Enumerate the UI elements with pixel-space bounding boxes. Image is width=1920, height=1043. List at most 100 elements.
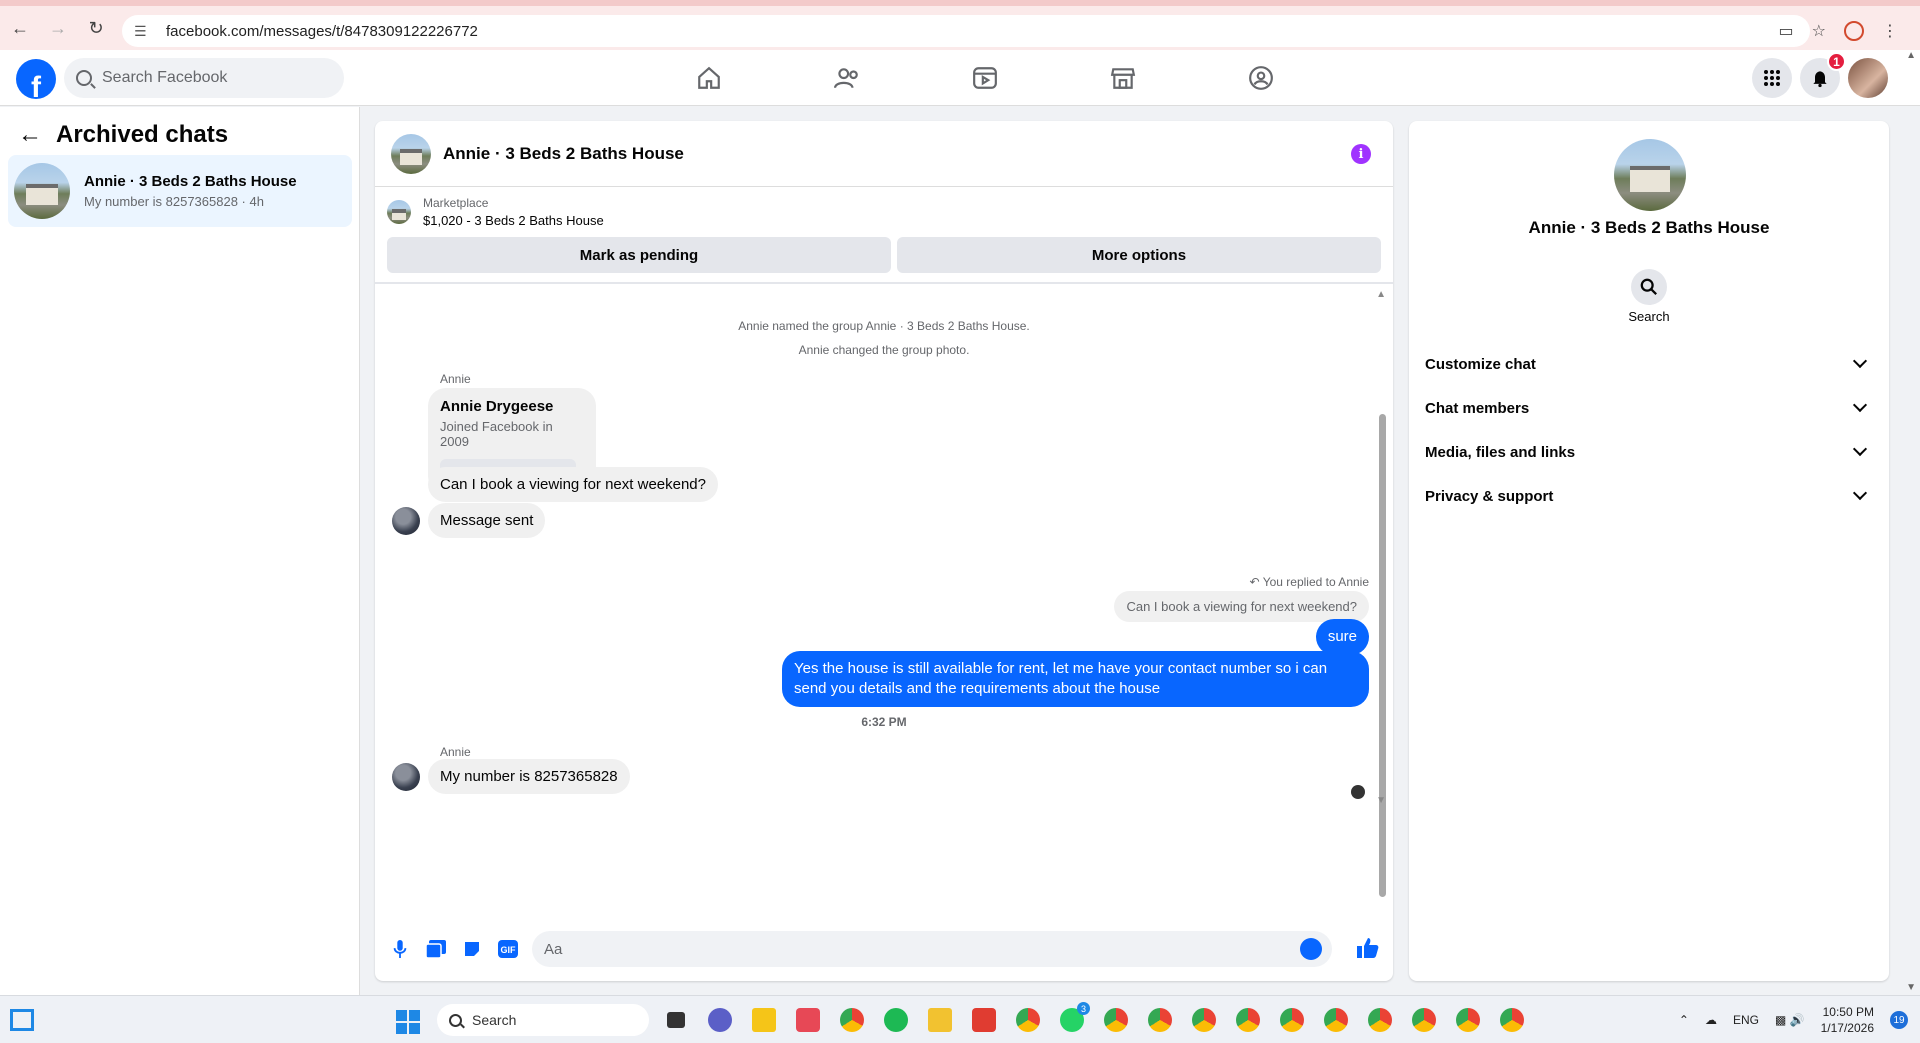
site-info-icon[interactable]: ☰ (134, 23, 154, 40)
notification-center-badge[interactable]: 19 (1890, 1011, 1908, 1029)
message-bubble[interactable]: Can I book a viewing for next weekend? (428, 467, 718, 502)
forward-icon[interactable]: → (40, 10, 76, 46)
listing-actions: Mark as pending More options (375, 237, 1393, 273)
taskbar-search[interactable]: Search (437, 1004, 649, 1036)
menu-grid-icon[interactable] (1752, 58, 1792, 98)
chrome-profile-icon[interactable] (1408, 1004, 1440, 1036)
chrome-profile-icon[interactable] (1144, 1004, 1176, 1036)
chrome-profile-icon[interactable] (1452, 1004, 1484, 1036)
sender-avatar[interactable] (392, 763, 420, 791)
task-view-icon[interactable] (660, 1004, 692, 1036)
sticker-icon[interactable] (461, 938, 483, 960)
clock[interactable]: 10:50 PM 1/17/2026 (1821, 1004, 1874, 1036)
scroll-down-icon[interactable]: ▼ (1376, 795, 1386, 806)
reload-icon[interactable]: ↻ (78, 10, 114, 46)
chrome-profile-icon[interactable] (1320, 1004, 1352, 1036)
photo-icon[interactable] (425, 938, 447, 960)
home-icon[interactable] (640, 50, 778, 106)
spotify-icon[interactable] (880, 1004, 912, 1036)
emoji-icon[interactable] (1300, 938, 1322, 960)
scroll-up-icon[interactable]: ▲ (1376, 289, 1386, 300)
details-search-button[interactable] (1631, 269, 1667, 305)
marketplace-label: Marketplace (423, 196, 489, 210)
chrome-icon[interactable] (836, 1004, 868, 1036)
buyer-name: Annie Drygeese (440, 398, 554, 415)
facebook-logo-icon[interactable]: f (16, 59, 56, 99)
chrome-profile-icon[interactable] (1276, 1004, 1308, 1036)
details-avatar[interactable] (1614, 139, 1686, 211)
chrome-profile-icon[interactable] (1188, 1004, 1220, 1036)
time-separator: 6:32 PM (861, 715, 907, 729)
start-windows-icon[interactable] (396, 1010, 420, 1034)
video-icon[interactable] (916, 50, 1054, 106)
taskbar-search-label: Search (472, 1012, 517, 1028)
marketplace-listing[interactable]: Marketplace $1,020 - 3 Beds 2 Baths Hous… (375, 187, 1393, 237)
widgets-icon[interactable] (10, 1009, 34, 1031)
friends-icon[interactable] (778, 50, 916, 106)
teams-icon[interactable] (704, 1004, 736, 1036)
chrome-profile-icon[interactable] (1232, 1004, 1264, 1036)
microphone-icon[interactable] (389, 938, 411, 960)
chrome-profile-icon[interactable] (1496, 1004, 1528, 1036)
address-bar[interactable]: ☰ facebook.com/messages/t/84783091222267… (122, 15, 1810, 47)
facebook-search-input[interactable]: Search Facebook (64, 58, 344, 98)
sender-label: Annie (440, 372, 471, 386)
gif-icon[interactable]: GIF (497, 938, 519, 960)
back-icon[interactable]: ← (2, 10, 38, 46)
sent-message-bubble[interactable]: Yes the house is still available for ren… (782, 651, 1369, 707)
anydesk-icon[interactable] (968, 1004, 1000, 1036)
media-files-links-section[interactable]: Media, files and links (1425, 432, 1873, 472)
chrome-profile-icon[interactable] (1364, 1004, 1396, 1036)
page-scroll-down-icon[interactable]: ▼ (1906, 982, 1916, 993)
back-arrow-icon[interactable]: ← (18, 121, 42, 149)
conversation-avatar[interactable] (391, 133, 431, 174)
section-label: Media, files and links (1425, 443, 1576, 461)
buyer-joined: Joined Facebook in 2009 (440, 419, 553, 449)
profile-icon[interactable] (1844, 21, 1864, 41)
message-bubble[interactable]: Message sent (428, 503, 546, 538)
snipping-tool-icon[interactable] (792, 1004, 824, 1036)
listing-thumbnail (387, 200, 411, 224)
search-icon (76, 70, 92, 86)
language-indicator[interactable]: ENG (1733, 1013, 1759, 1027)
sticky-notes-icon[interactable] (748, 1004, 780, 1036)
chrome-profile-icon[interactable] (1012, 1004, 1044, 1036)
network-volume-icon[interactable]: ▩ 🔊 (1775, 1013, 1805, 1027)
privacy-support-section[interactable]: Privacy & support (1425, 476, 1873, 516)
notifications-bell-icon[interactable]: 1 (1800, 52, 1846, 98)
more-options-button[interactable]: More options (896, 237, 1381, 273)
chat-list-item[interactable]: Annie · 3 Beds 2 Baths House My number i… (8, 155, 352, 227)
thumbs-up-icon[interactable] (1357, 937, 1379, 965)
marketplace-icon[interactable] (1054, 50, 1192, 106)
sender-avatar[interactable] (392, 507, 420, 535)
cloud-offline-icon[interactable]: ☁ (1705, 1013, 1717, 1027)
groups-icon[interactable] (1192, 50, 1330, 106)
archived-chats-panel: ← Archived chats Annie · 3 Beds 2 Baths … (0, 107, 360, 995)
mark-as-pending-button[interactable]: Mark as pending (387, 237, 891, 273)
info-icon[interactable]: i (1351, 144, 1371, 164)
menu-kebab-icon[interactable]: ⋮ (1882, 21, 1898, 41)
page-scroll-up-icon[interactable]: ▲ (1906, 50, 1916, 61)
chrome-profile-icon[interactable] (1100, 1004, 1132, 1036)
message-input[interactable]: Aa (532, 931, 1332, 967)
cast-icon[interactable]: ▭ (1779, 21, 1794, 41)
scroll-thumb[interactable] (1379, 414, 1386, 897)
file-explorer-icon[interactable] (924, 1004, 956, 1036)
section-label: Chat members (1425, 399, 1530, 417)
sent-message-bubble[interactable]: sure (1315, 619, 1369, 655)
profile-avatar[interactable] (1848, 58, 1888, 98)
bookmark-star-icon[interactable]: ☆ (1812, 21, 1826, 41)
thread-scrollbar[interactable]: ▲ ▼ (1376, 289, 1388, 909)
whatsapp-icon[interactable]: 3 (1056, 1002, 1090, 1036)
chevron-up-icon[interactable]: ⌃ (1679, 1013, 1689, 1027)
chevron-down-icon (1852, 397, 1868, 413)
facebook-topbar: f Search Facebook 1 (0, 50, 1920, 106)
conversation-title[interactable]: Annie · 3 Beds 2 Baths House (443, 144, 684, 164)
notification-badge: 1 (1827, 52, 1846, 71)
chat-members-section[interactable]: Chat members (1425, 388, 1873, 428)
message-bubble[interactable]: My number is 8257365828 (428, 759, 630, 794)
customize-chat-section[interactable]: Customize chat (1425, 344, 1873, 384)
browser-toolbar: ← → ↻ ☰ facebook.com/messages/t/84783091… (0, 0, 1920, 50)
windows-taskbar: Search 3 ⌃ ☁ ENG ▩ 🔊 10:50 PM 1/17/2026 … (0, 995, 1920, 1043)
quoted-message[interactable]: Can I book a viewing for next weekend? (1114, 591, 1369, 622)
